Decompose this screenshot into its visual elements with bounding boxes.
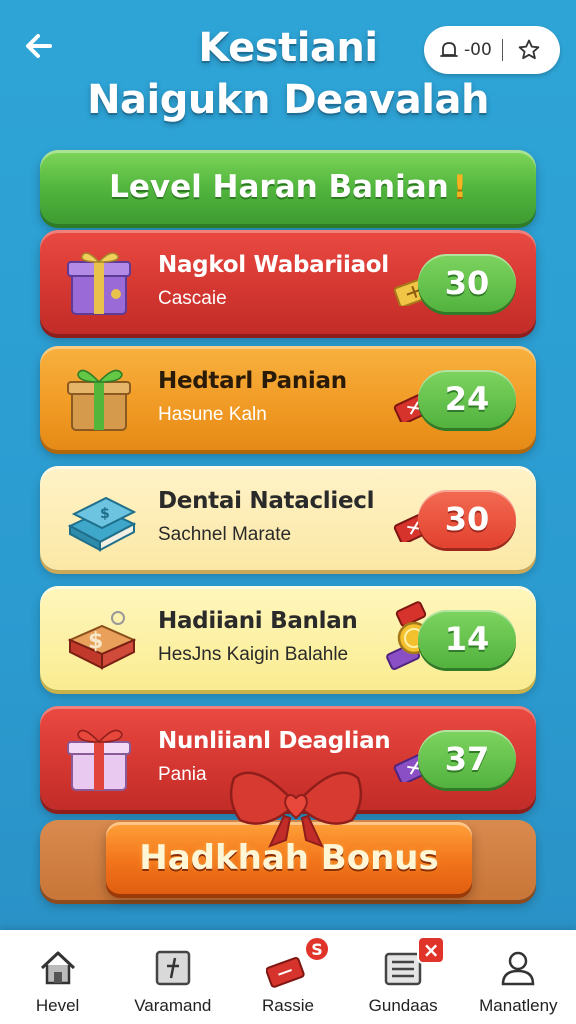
svg-text:$: $: [88, 629, 103, 654]
green-ribbon-gift-icon: [67, 369, 131, 431]
reward-card[interactable]: Hedtarl Panian Hasune Kaln 24: [40, 346, 536, 450]
ticket-badge-icon: [265, 956, 305, 988]
note-icon: [155, 950, 191, 986]
nav-item-home[interactable]: Hevel: [2, 946, 114, 1016]
reward-value-pill: 30: [418, 490, 516, 548]
reward-value-pill: 14: [418, 610, 516, 668]
nav-badge: S: [303, 936, 330, 962]
card-title: Hadiiani Banlan: [158, 608, 358, 634]
bottom-nav: Hevel Varamand S Rassie × Gundaas Manatl…: [0, 930, 576, 1024]
status-pill: -00: [424, 26, 560, 74]
nav-item-list[interactable]: × Gundaas: [347, 936, 459, 1016]
purple-gift-box-icon: [67, 252, 131, 315]
blue-book-icon: $: [67, 496, 137, 552]
nav-item-profile[interactable]: Manatleny: [462, 946, 574, 1016]
svg-text:$: $: [100, 506, 110, 522]
reward-value-pill: 30: [418, 254, 516, 312]
red-bow-icon: [229, 771, 363, 848]
nav-label: Gundaas: [368, 996, 438, 1015]
exclamation-icon: !: [452, 169, 467, 205]
back-button[interactable]: [18, 26, 58, 66]
status-count: -00: [464, 40, 492, 60]
card-subtitle: Cascaie: [158, 288, 227, 309]
nav-label: Varamand: [134, 996, 212, 1015]
level-banner[interactable]: Level Haran Banian !: [40, 150, 536, 224]
nav-label: Rassie: [261, 996, 314, 1015]
reward-value-pill: 24: [418, 370, 516, 428]
card-subtitle: Sachnel Marate: [158, 524, 292, 545]
level-banner-label: Level Haran Banian: [109, 169, 449, 205]
reward-card[interactable]: $ Dentai Natacliecl Sachnel Marate 30: [40, 466, 536, 570]
card-title: Dentai Natacliecl: [158, 488, 375, 514]
nav-item-raffle[interactable]: S Rassie: [232, 936, 344, 1016]
star-icon[interactable]: [517, 38, 541, 62]
nav-badge: ×: [417, 936, 446, 964]
card-title: Hedtarl Panian: [158, 368, 347, 394]
card-title: Nagkol Wabariiaol: [158, 252, 389, 278]
pink-gift-box-icon: [67, 729, 131, 791]
card-subtitle: Hasune Kaln: [158, 404, 267, 425]
status-divider: [501, 39, 503, 61]
reward-card[interactable]: Nagkol Wabariiaol Cascaie 30: [40, 230, 536, 334]
nav-label: Manatleny: [479, 996, 558, 1015]
nav-label: Hevel: [35, 996, 80, 1015]
card-subtitle: HesJns Kaigin Balahle: [158, 644, 349, 665]
back-arrow-icon: [26, 34, 52, 58]
card-title: Nunliianl Deaglian: [158, 728, 391, 754]
reward-card[interactable]: $ Hadiiani Banlan HesJns Kaigin Balahle …: [40, 586, 536, 690]
card-subtitle: Pania: [158, 764, 207, 785]
reward-value-pill: 37: [418, 730, 516, 788]
profile-icon: [502, 951, 535, 986]
game-screen: Kestiani Naigukn Deavalah -00 Level Hara…: [0, 0, 576, 1024]
dollar-box-icon: $: [67, 611, 137, 670]
page-title-line-2: Naigukn Deavalah: [87, 77, 489, 123]
nav-item-notes[interactable]: Varamand: [117, 946, 229, 1016]
home-icon: [40, 951, 75, 985]
bell-icon[interactable]: [438, 39, 460, 61]
